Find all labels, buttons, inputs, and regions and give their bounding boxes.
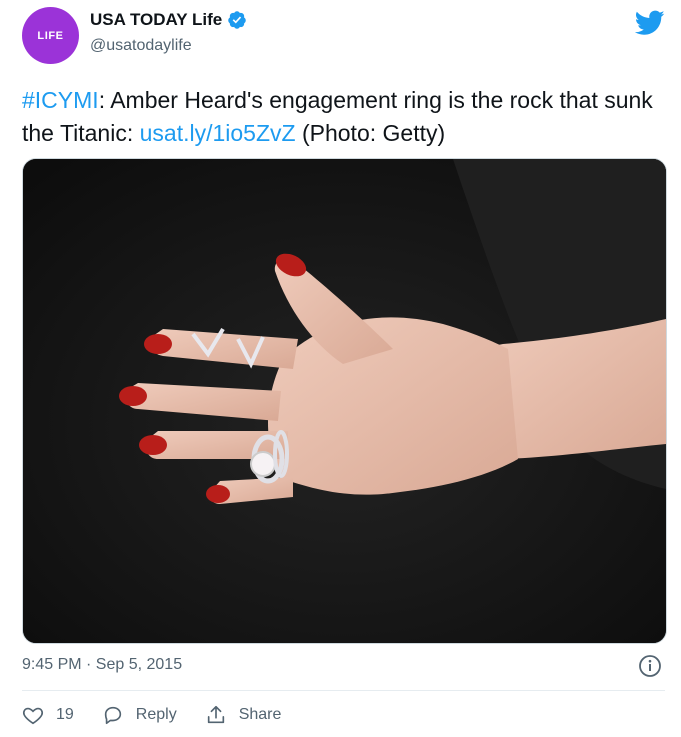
info-icon[interactable] bbox=[638, 654, 662, 678]
share-icon bbox=[207, 705, 224, 724]
like-count: 19 bbox=[56, 706, 74, 723]
verified-badge-icon bbox=[228, 11, 247, 29]
twitter-bird-icon[interactable] bbox=[635, 10, 665, 36]
share-button[interactable]: Share bbox=[205, 704, 282, 726]
action-bar: 19 Reply Share bbox=[22, 704, 309, 726]
photo-hand-with-rings bbox=[23, 159, 666, 643]
hashtag-link[interactable]: #ICYMI bbox=[22, 87, 99, 113]
reply-icon bbox=[104, 706, 121, 725]
tweet-card: LIFE USA TODAY Life @usatodaylife #ICYMI… bbox=[0, 0, 681, 737]
timestamp[interactable]: 9:45 PM · Sep 5, 2015 bbox=[22, 656, 182, 674]
tweet-text-part2: (Photo: Getty) bbox=[295, 120, 446, 146]
reply-label: Reply bbox=[135, 706, 177, 723]
reply-button[interactable]: Reply bbox=[102, 704, 177, 726]
avatar-label: LIFE bbox=[37, 29, 64, 42]
author-row: USA TODAY Life bbox=[90, 10, 247, 30]
display-name[interactable]: USA TODAY Life bbox=[90, 10, 222, 30]
handle[interactable]: @usatodaylife bbox=[90, 37, 192, 55]
like-button[interactable]: 19 bbox=[22, 704, 74, 726]
heart-icon bbox=[22, 707, 44, 725]
avatar[interactable]: LIFE bbox=[22, 7, 79, 64]
tweet-photo[interactable] bbox=[22, 158, 667, 644]
share-label: Share bbox=[238, 706, 282, 723]
tweet-text: #ICYMI: Amber Heard's engagement ring is… bbox=[22, 84, 662, 150]
divider bbox=[22, 690, 665, 691]
url-link[interactable]: usat.ly/1io5ZvZ bbox=[140, 120, 296, 146]
